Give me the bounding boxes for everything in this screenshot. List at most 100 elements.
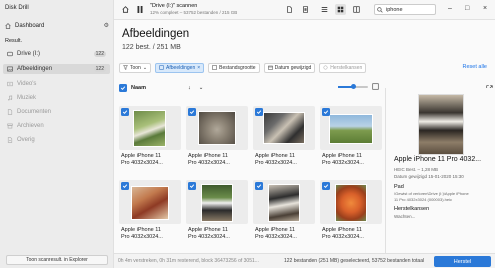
video-icon [7, 81, 13, 87]
thumbnail-size-slider[interactable] [338, 84, 368, 89]
recover-button[interactable]: Herstel [434, 256, 491, 267]
close-icon[interactable]: × [197, 65, 200, 71]
sidebar-item-videos[interactable]: Video's [3, 79, 110, 89]
app-title: Disk Drill [5, 5, 29, 11]
file-checkbox[interactable] [188, 108, 196, 116]
file-name-line: Apple iPhone 11 [322, 153, 362, 159]
file-checkbox[interactable] [322, 108, 330, 116]
check-icon [256, 110, 262, 115]
chip-label: Bestandsgrootte [219, 64, 256, 71]
search-input[interactable]: iphone [386, 7, 403, 13]
sidebar-item-drive[interactable]: Drive (I:) 122 [3, 49, 110, 59]
sidebar-item-dashboard[interactable]: Dashboard ⚙ [5, 20, 109, 31]
thumbnail-image [201, 184, 233, 222]
sidebar-item-label: Documenten [17, 109, 52, 115]
type-filter-chip[interactable]: Afbeeldingen × [155, 62, 205, 73]
preview-title: Apple iPhone 11 Pro 4032... [394, 156, 482, 163]
home-icon [5, 22, 11, 29]
file-checkbox[interactable] [255, 108, 263, 116]
chip-label: Herstelkansen [330, 64, 363, 71]
file-name: Apple iPhone 11 Pro 4032x3024... [188, 153, 248, 167]
sidebar-item-documenten[interactable]: Documenten [3, 107, 110, 117]
file-name: Apple iPhone 11 Pro 4032x3024... [188, 227, 248, 241]
file-card[interactable]: Apple iPhone 11 Pro 4032x3024... [320, 106, 382, 178]
file-card[interactable]: Apple iPhone 11 Pro 4032x3024... [119, 106, 181, 178]
chevron-down-icon[interactable]: ⌄ [199, 85, 204, 91]
file-name-line: Apple iPhone 11 [322, 227, 362, 233]
thumbnail-image [335, 184, 367, 222]
list-icon [321, 6, 328, 13]
status-bar: 0h 4m verstreken, 0h 31m resterend, bloc… [114, 253, 495, 268]
sidebar-dashboard-label: Dashboard [15, 22, 45, 29]
file-checkbox[interactable] [322, 182, 330, 190]
file-checkbox[interactable] [188, 182, 196, 190]
file-checkbox[interactable] [255, 182, 263, 190]
thumbnail-image [133, 110, 166, 147]
file-name-line: Pro 4032x3024... [188, 160, 230, 166]
calendar-icon [267, 65, 273, 70]
sidebar-item-label: Muziek [17, 95, 37, 101]
search-icon [377, 6, 383, 13]
grid-view-button[interactable] [335, 4, 346, 15]
file-checkbox[interactable] [121, 182, 129, 190]
file-icon [287, 6, 292, 13]
check-icon [189, 110, 195, 115]
filter-bar: Toon ⌄ Afbeeldingen × Bestandsgrootte Da… [119, 62, 367, 73]
path-line: \Gewist of verloren\Drive (I:)\Apple iPh… [394, 191, 469, 196]
preview-meta-date: Datum gewijzigd 15-01-2020 15:30 [394, 174, 464, 179]
thumbnail-image [263, 112, 305, 144]
toolbar: "Drive (I:)" scannen 12% compleet – 5375… [114, 0, 495, 20]
date-filter-chip[interactable]: Datum gewijzigd [263, 62, 316, 73]
pause-button[interactable] [134, 4, 145, 15]
show-filter-button[interactable]: Toon ⌄ [119, 62, 152, 73]
image-icon [159, 65, 164, 70]
check-icon [256, 184, 262, 189]
file-checkbox[interactable] [121, 108, 129, 116]
file-card[interactable]: Apple iPhone 11 Pro 4032x3024... [253, 180, 315, 252]
sidebar-item-afbeeldingen[interactable]: Afbeeldingen 122 [3, 64, 110, 74]
close-button[interactable]: × [483, 5, 487, 12]
sidebar-section-title: Result. [5, 38, 23, 44]
column-name-header[interactable]: Naam [131, 85, 146, 91]
file-view-button[interactable] [284, 4, 295, 15]
maximize-button[interactable]: □ [465, 5, 469, 12]
file-card[interactable]: Apple iPhone 11 Pro 4032x3024... [320, 180, 382, 252]
reset-all-link[interactable]: Reset alle [463, 64, 487, 70]
chevron-down-icon: ⌄ [142, 64, 148, 71]
file-card[interactable]: Apple iPhone 11 Pro 4032x3024... [119, 180, 181, 252]
app-window: Disk Drill Dashboard ⚙ Result. Drive (I:… [0, 0, 495, 268]
sort-arrow-icon[interactable]: ↓ [188, 85, 191, 91]
other-files-icon [7, 137, 13, 143]
thumbnail-image [268, 184, 300, 222]
settings-icon[interactable]: ⚙ [104, 22, 109, 29]
file-card[interactable]: Apple iPhone 11 Pro 4032x3024... [186, 106, 248, 178]
sidebar-item-overig[interactable]: Overig [3, 135, 110, 145]
preview-icon [303, 6, 308, 13]
preview-panel: Apple iPhone 11 Pro 4032... HEIC Best. –… [385, 88, 495, 253]
search-field[interactable]: iphone [374, 4, 436, 15]
show-in-explorer-button[interactable]: Toon scanresult. in Explorer [6, 255, 108, 265]
list-view-button[interactable] [319, 4, 330, 15]
file-card[interactable]: Apple iPhone 11 Pro 4032x3024... [186, 180, 248, 252]
page-subtitle: 122 best. / 251 MB [122, 44, 181, 51]
file-card[interactable]: Apple iPhone 11 Pro 4032x3024... [253, 106, 315, 178]
sidebar-item-label: Archieven [17, 123, 44, 129]
path-heading: Pad [394, 184, 404, 190]
size-filter-chip[interactable]: Bestandsgrootte [208, 62, 260, 73]
select-all-checkbox[interactable] [119, 83, 127, 92]
check-icon [323, 110, 329, 115]
file-name-line: Apple iPhone 11 [188, 153, 228, 159]
columns-view-button[interactable] [351, 4, 362, 15]
sidebar-item-label: Video's [17, 81, 37, 87]
home-button[interactable] [120, 4, 131, 15]
slider-handle[interactable] [351, 84, 356, 89]
preview-view-button[interactable] [300, 4, 311, 15]
recovery-chance-filter-chip[interactable]: Herstelkansen [319, 62, 367, 73]
minimize-button[interactable]: – [448, 5, 452, 12]
thumbnail-image [131, 186, 169, 220]
sidebar-item-label: Overig [17, 137, 35, 143]
selection-status: 122 bestanden (251 MB) geselecteerd, 537… [284, 258, 425, 264]
sidebar-item-muziek[interactable]: Muziek [3, 93, 110, 103]
path-line: 11 Pro 4032x3024 (000003).heic [394, 197, 452, 202]
sidebar-item-archieven[interactable]: Archieven [3, 121, 110, 131]
